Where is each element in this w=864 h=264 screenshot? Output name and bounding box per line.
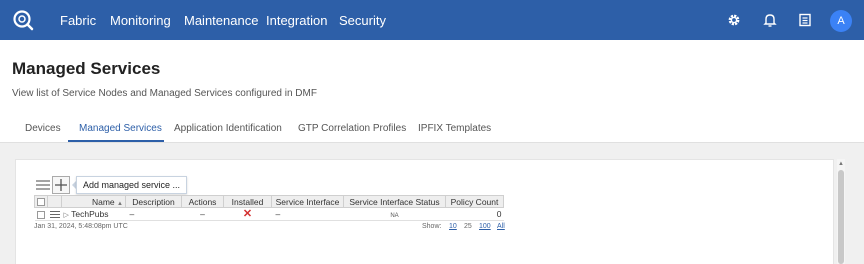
row-checkbox[interactable] — [37, 210, 45, 219]
search-globe-icon[interactable] — [12, 9, 34, 31]
page-size-25[interactable]: 25 — [464, 223, 472, 230]
row-menu-icon[interactable] — [49, 211, 60, 219]
tab-gtp-correlation-profiles[interactable]: GTP Correlation Profiles — [298, 123, 406, 134]
column-description[interactable]: Description — [125, 195, 182, 208]
plus-icon — [55, 179, 67, 191]
scrollbar-thumb[interactable] — [838, 170, 844, 264]
column-service-interface[interactable]: Service Interface — [271, 195, 344, 208]
hamburger-icon[interactable] — [36, 180, 50, 190]
last-updated-timestamp: Jan 31, 2024, 5:48:08pm UTC — [34, 223, 128, 230]
cell-service-interface-status: NA — [343, 207, 446, 221]
scroll-up-arrow-icon[interactable]: ▲ — [837, 160, 845, 168]
not-installed-x-icon: ✕ — [242, 208, 253, 220]
tab-ipfix-templates[interactable]: IPFIX Templates — [418, 123, 491, 134]
column-policy-count[interactable]: Policy Count — [445, 195, 504, 208]
add-tooltip: Add managed service ... — [76, 176, 188, 194]
cell-actions: – — [181, 207, 224, 221]
nav-monitoring[interactable]: Monitoring — [110, 13, 171, 28]
select-all-header[interactable] — [34, 195, 48, 208]
table-header-row: Name ▲ Description Actions Installed Ser… — [34, 195, 504, 208]
row-select-cell[interactable] — [34, 207, 48, 221]
nav-fabric[interactable]: Fabric — [60, 13, 96, 28]
bell-icon[interactable] — [762, 12, 778, 28]
nav-integration[interactable]: Integration — [266, 13, 327, 28]
row-menu-header — [47, 195, 62, 208]
column-name[interactable]: Name ▲ — [61, 195, 126, 208]
cell-service-interface: – — [271, 207, 344, 221]
show-label: Show: — [422, 223, 442, 230]
tab-application-identification[interactable]: Application Identification — [174, 123, 282, 134]
sort-asc-icon: ▲ — [117, 200, 123, 207]
page-size-100[interactable]: 100 — [479, 223, 491, 230]
column-service-interface-status[interactable]: Service Interface Status — [343, 195, 446, 208]
cell-installed: ✕ — [223, 207, 272, 221]
page-size-all[interactable]: All — [497, 223, 505, 230]
tab-devices[interactable]: Devices — [25, 123, 61, 134]
list-icon[interactable] — [797, 12, 813, 28]
cell-policy-count: 0 — [445, 207, 504, 221]
column-actions[interactable]: Actions — [181, 195, 224, 208]
nav-maintenance[interactable]: Maintenance — [184, 13, 258, 28]
table-row[interactable]: ▷ TechPubs – – ✕ – NA 0 — [34, 207, 504, 221]
avatar[interactable]: A — [830, 10, 852, 32]
managed-services-table: Name ▲ Description Actions Installed Ser… — [34, 195, 504, 221]
cell-description: – — [125, 207, 182, 221]
top-navbar: Fabric Monitoring Maintenance Integratio… — [0, 0, 864, 40]
cell-name[interactable]: ▷ TechPubs — [61, 207, 126, 221]
nav-security[interactable]: Security — [339, 13, 386, 28]
gear-icon[interactable] — [726, 12, 742, 28]
select-all-checkbox[interactable] — [37, 198, 45, 207]
page-title: Managed Services — [12, 59, 161, 78]
tab-managed-services[interactable]: Managed Services — [79, 123, 162, 134]
column-installed[interactable]: Installed — [223, 195, 272, 208]
row-menu-cell[interactable] — [47, 207, 62, 221]
add-managed-service-button[interactable] — [52, 176, 70, 194]
page-subtitle: View list of Service Nodes and Managed S… — [12, 88, 317, 99]
page-size-10[interactable]: 10 — [449, 223, 457, 230]
expand-arrow-icon[interactable]: ▷ — [64, 211, 69, 219]
